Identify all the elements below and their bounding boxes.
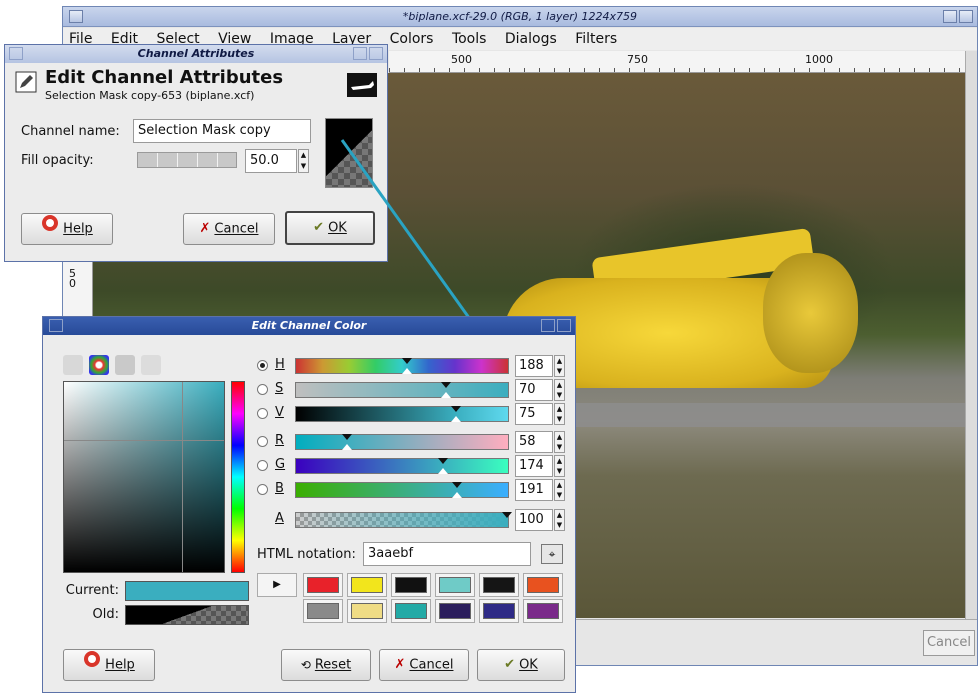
dialog-maximize-button[interactable]: [541, 319, 555, 332]
hue-slider[interactable]: [295, 358, 509, 374]
slider-marker: [452, 482, 462, 488]
radio-v[interactable]: [257, 408, 268, 419]
color-history-slot[interactable]: [303, 599, 343, 623]
gimp-selector-icon[interactable]: [63, 355, 83, 375]
help-button[interactable]: Help: [63, 649, 155, 681]
dialog-menu-button[interactable]: [49, 319, 63, 332]
color-history-slot[interactable]: [391, 599, 431, 623]
dialog-close-button[interactable]: [557, 319, 571, 332]
slider-marker: [441, 392, 451, 398]
slider-marker: [451, 406, 461, 412]
color-history-slot[interactable]: [347, 573, 387, 597]
cancel-x-icon: ✗: [394, 657, 406, 672]
red-spinner[interactable]: ▲ ▼: [554, 431, 565, 453]
slider-marker: [342, 434, 352, 440]
cancel-button-label: Cancel: [409, 657, 454, 673]
slider-marker: [402, 368, 412, 374]
slider-marker: [502, 512, 512, 518]
alpha-slider[interactable]: [295, 512, 512, 528]
reset-button-label: Reset: [314, 657, 352, 673]
help-button-label: Help: [105, 657, 135, 673]
slider-marker: [438, 458, 448, 464]
green-spinner[interactable]: ▲ ▼: [554, 455, 565, 477]
slider-marker: [452, 492, 462, 498]
color-history-slot[interactable]: [435, 599, 475, 623]
ok-button[interactable]: ✔ OK: [477, 649, 565, 681]
radio-b[interactable]: [257, 484, 268, 495]
green-input[interactable]: 174: [515, 455, 553, 477]
picker-crosshair-vertical: [182, 382, 183, 572]
red-input[interactable]: 58: [515, 431, 553, 453]
value-input[interactable]: 75: [515, 403, 553, 425]
channel-label-s: S: [275, 381, 284, 396]
alpha-input[interactable]: 100: [515, 509, 553, 531]
slider-marker: [438, 468, 448, 474]
slider-marker: [402, 358, 412, 364]
color-wheel-icon[interactable]: [89, 355, 110, 375]
value-spinner[interactable]: ▲ ▼: [554, 403, 565, 425]
channel-label-h: H: [275, 357, 285, 372]
slider-marker: [342, 444, 352, 450]
hue-strip-slider[interactable]: [231, 381, 245, 573]
channel-label-r: R: [275, 433, 285, 448]
cmyk-printer-icon[interactable]: [115, 355, 136, 375]
color-history-slot[interactable]: [347, 599, 387, 623]
radio-s[interactable]: [257, 384, 268, 395]
help-lifebuoy-icon: [83, 650, 101, 680]
saturation-value-picker[interactable]: [63, 381, 225, 573]
color-selector-tabs: [63, 355, 163, 379]
radio-r[interactable]: [257, 436, 268, 447]
radio-g[interactable]: [257, 460, 268, 471]
reset-button[interactable]: ⟲ Reset: [281, 649, 371, 681]
dialog-titlebar: Edit Channel Color: [43, 317, 575, 335]
watercolor-brush-icon[interactable]: [141, 355, 162, 375]
channel-label-b: B: [275, 481, 284, 496]
picker-crosshair-horizontal: [64, 440, 224, 441]
hue-spinner[interactable]: ▲ ▼: [554, 355, 565, 377]
green-slider[interactable]: [295, 458, 509, 474]
ok-button-label: OK: [519, 657, 538, 673]
saturation-spinner[interactable]: ▲ ▼: [554, 379, 565, 401]
color-history-slot[interactable]: [479, 573, 519, 597]
channel-label-g: G: [275, 457, 286, 472]
blue-input[interactable]: 191: [515, 479, 553, 501]
color-history-slot[interactable]: [391, 573, 431, 597]
blue-slider[interactable]: [295, 482, 509, 498]
history-expand-arrow-icon[interactable]: ▶: [257, 573, 297, 597]
value-slider[interactable]: [295, 406, 509, 422]
color-history-slot[interactable]: [523, 573, 563, 597]
red-slider[interactable]: [295, 434, 509, 450]
current-color-label: Current:: [65, 583, 119, 598]
slider-marker: [451, 416, 461, 422]
channel-label-a: A: [275, 511, 284, 526]
channel-label-v: V: [275, 405, 284, 420]
alpha-spinner[interactable]: ▲ ▼: [554, 509, 565, 531]
color-picker-icon[interactable]: ⌖: [541, 544, 563, 564]
color-history-slot[interactable]: [435, 573, 475, 597]
edit-channel-color-dialog: Edit Channel Color Current: Old: H 188 ▲…: [42, 316, 576, 693]
blue-spinner[interactable]: ▲ ▼: [554, 479, 565, 501]
hue-input[interactable]: 188: [515, 355, 553, 377]
saturation-slider[interactable]: [295, 382, 509, 398]
html-notation-label: HTML notation:: [257, 547, 356, 562]
slider-marker: [441, 382, 451, 388]
current-color-swatch: [125, 581, 249, 601]
cancel-button[interactable]: ✗ Cancel: [379, 649, 469, 681]
reset-icon: ⟲: [300, 658, 311, 672]
html-notation-input[interactable]: 3aaebf: [363, 542, 531, 566]
radio-h[interactable]: [257, 360, 268, 371]
old-color-label: Old:: [92, 607, 119, 622]
color-history-slot[interactable]: [303, 573, 343, 597]
old-color-swatch: [125, 605, 249, 625]
color-history-slot[interactable]: [479, 599, 519, 623]
color-history-slot[interactable]: [523, 599, 563, 623]
ok-icon: ✔: [504, 657, 516, 672]
dialog-title: Edit Channel Color: [251, 319, 367, 332]
saturation-input[interactable]: 70: [515, 379, 553, 401]
